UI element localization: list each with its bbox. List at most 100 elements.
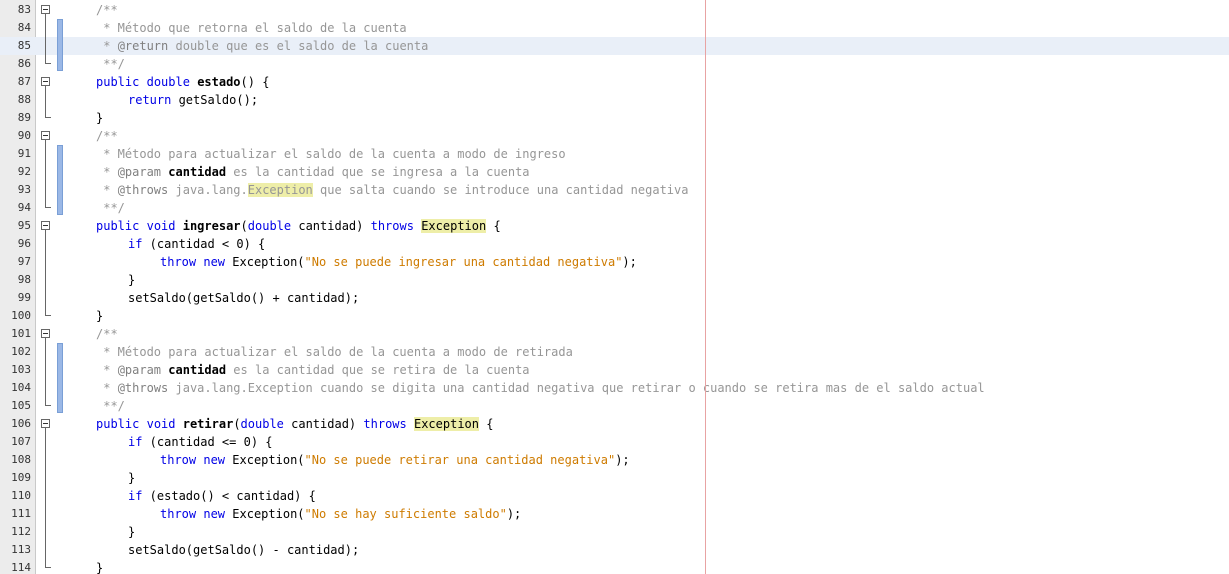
line-number: 99: [17, 291, 31, 304]
fold-end-marker: [45, 199, 51, 208]
code-text: }: [128, 523, 135, 541]
code-text: }: [96, 109, 103, 127]
code-line[interactable]: 107 if (cantidad <= 0) {: [0, 433, 1229, 451]
code-token: cantidad): [291, 219, 371, 233]
code-line[interactable]: 110 if (estado() < cantidad) {: [0, 487, 1229, 505]
code-line[interactable]: 105 **/: [0, 397, 1229, 415]
fold-end-marker: [45, 109, 51, 118]
code-text: /**: [96, 325, 118, 343]
code-text: * @throws java.lang.Exception cuando se …: [96, 379, 984, 397]
code-line[interactable]: 97 throw new Exception("No se puede ingre…: [0, 253, 1229, 271]
keyword-token: double: [146, 75, 190, 89]
line-number: 103: [11, 363, 31, 376]
code-token: estado: [197, 75, 241, 89]
code-token: double que es el saldo de la cuenta: [168, 39, 429, 53]
line-number: 89: [17, 111, 31, 124]
fold-toggle-icon[interactable]: [41, 221, 50, 230]
code-text: setSaldo(getSaldo() - cantidad);: [128, 541, 359, 559]
code-token: Exception: [413, 417, 480, 431]
line-number: 83: [17, 3, 31, 16]
code-line[interactable]: 86 **/: [0, 55, 1229, 73]
code-line[interactable]: 112}: [0, 523, 1229, 541]
code-line[interactable]: 102 * Método para actualizar el saldo de…: [0, 343, 1229, 361]
code-line[interactable]: 96 if (cantidad < 0) {: [0, 235, 1229, 253]
code-token: @param: [117, 165, 162, 179]
line-number: 93: [17, 183, 31, 196]
code-token: }: [96, 111, 104, 125]
code-editor[interactable]: 83 /** 84 * Método que retorna el saldo de…: [0, 0, 1229, 574]
line-number: 101: [11, 327, 31, 340]
code-text: }: [128, 271, 135, 289]
code-token: es la cantidad que se ingresa a la cuent…: [226, 165, 530, 179]
line-number: 95: [17, 219, 31, 232]
fold-toggle-icon[interactable]: [41, 131, 50, 140]
code-line[interactable]: 91 * Método para actualizar el saldo de …: [0, 145, 1229, 163]
code-line[interactable]: 103 * @param cantidad es la cantidad que…: [0, 361, 1229, 379]
line-number: 87: [17, 75, 31, 88]
keyword-token: void: [146, 219, 176, 233]
fold-toggle-icon[interactable]: [41, 329, 50, 338]
code-line[interactable]: 94 **/: [0, 199, 1229, 217]
code-line[interactable]: 85 * @return double que es el saldo de l…: [0, 37, 1229, 55]
code-line[interactable]: 104 * @throws java.lang.Exception cuando…: [0, 379, 1229, 397]
code-line[interactable]: 108 throw new Exception("No se puede reti…: [0, 451, 1229, 469]
code-line[interactable]: 88 return getSaldo();: [0, 91, 1229, 109]
code-token: * Método para actualizar el saldo de la …: [96, 345, 573, 359]
code-token: es la cantidad que se retira de la cuent…: [226, 363, 530, 377]
code-token: java.lang.: [168, 183, 248, 197]
code-text: * @param cantidad es la cantidad que se …: [96, 163, 530, 181]
code-token: setSaldo(getSaldo() - cantidad);: [128, 543, 360, 557]
code-text: * Método para actualizar el saldo de la …: [96, 145, 565, 163]
code-line[interactable]: 106 public void retirar(double cantidad) …: [0, 415, 1229, 433]
code-line[interactable]: 95 public void ingresar(double cantidad) …: [0, 217, 1229, 235]
code-text: throw new Exception("No se puede retirar…: [160, 451, 630, 469]
code-token: que salta cuando se introduce una cantid…: [312, 183, 689, 197]
code-line[interactable]: 98}: [0, 271, 1229, 289]
line-number: 94: [17, 201, 31, 214]
line-number: 92: [17, 165, 31, 178]
code-line[interactable]: 99 setSaldo(getSaldo() + cantidad);: [0, 289, 1229, 307]
fold-toggle-icon[interactable]: [41, 77, 50, 86]
code-token: /**: [96, 129, 118, 143]
javadoc-marker: [57, 145, 63, 215]
code-line[interactable]: 87 public double estado() {: [0, 73, 1229, 91]
code-line[interactable]: 83 /**: [0, 1, 1229, 19]
code-line[interactable]: 90 /**: [0, 127, 1229, 145]
fold-toggle-icon[interactable]: [41, 5, 50, 14]
line-number: 102: [11, 345, 31, 358]
fold-toggle-icon[interactable]: [41, 419, 50, 428]
code-line[interactable]: 93 * @throws java.lang.Exception que sal…: [0, 181, 1229, 199]
code-line[interactable]: 100}: [0, 307, 1229, 325]
code-token: {: [486, 219, 501, 233]
line-number: 114: [11, 561, 31, 574]
fold-end-marker: [45, 397, 51, 406]
code-line[interactable]: 92 * @param cantidad es la cantidad que …: [0, 163, 1229, 181]
code-token: cantidad): [283, 417, 364, 431]
keyword-token: public: [96, 417, 140, 431]
code-line[interactable]: 84 * Método que retorna el saldo de la c…: [0, 19, 1229, 37]
line-number: 100: [11, 309, 31, 322]
keyword-token: new: [203, 255, 226, 269]
code-token: Exception: [247, 183, 313, 197]
code-token: }: [128, 525, 136, 539]
keyword-token: if: [128, 489, 143, 503]
code-line[interactable]: 113 setSaldo(getSaldo() - cantidad);: [0, 541, 1229, 559]
code-line[interactable]: 89}: [0, 109, 1229, 127]
code-text: /**: [96, 1, 118, 19]
fold-range-line: [45, 230, 46, 307]
code-line[interactable]: 109}: [0, 469, 1229, 487]
code-text: * Método que retorna el saldo de la cuen…: [96, 19, 406, 37]
code-line[interactable]: 101 /**: [0, 325, 1229, 343]
code-text: if (cantidad <= 0) {: [128, 433, 273, 451]
code-line[interactable]: 111 throw new Exception("No se hay sufici…: [0, 505, 1229, 523]
keyword-token: return: [128, 93, 172, 107]
line-number: 111: [11, 507, 31, 520]
code-line[interactable]: 114}: [0, 559, 1229, 574]
code-text: public void ingresar(double cantidad) th…: [96, 217, 501, 235]
